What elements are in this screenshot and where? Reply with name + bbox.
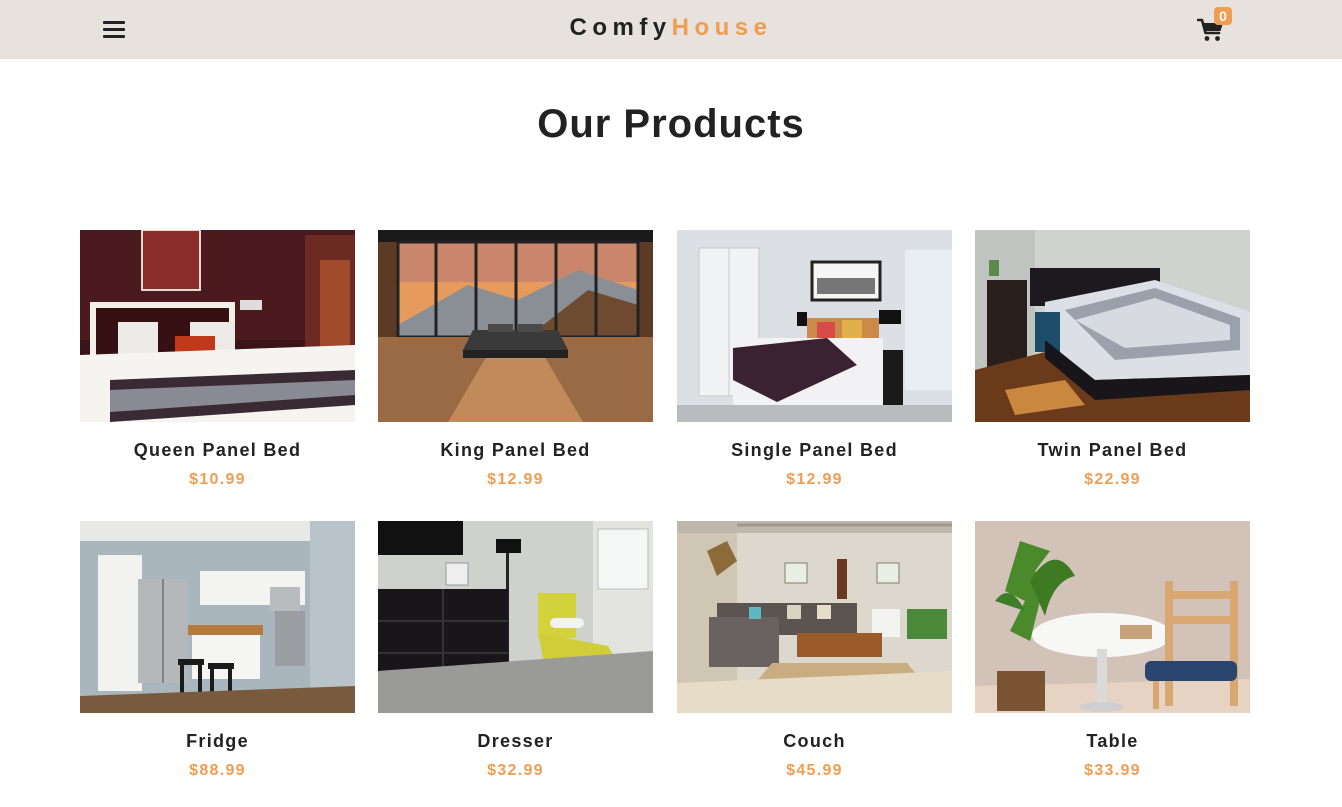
product-price: $12.99 bbox=[786, 471, 843, 488]
logo[interactable]: ComfyHouse bbox=[0, 14, 1342, 42]
product-name: Single Panel Bed bbox=[731, 440, 898, 460]
product-name: Dresser bbox=[477, 731, 554, 751]
product-price: $12.99 bbox=[487, 471, 544, 488]
product-image-dresser[interactable] bbox=[378, 521, 653, 713]
product-price: $10.99 bbox=[189, 471, 246, 488]
logo-text-house: House bbox=[671, 14, 773, 41]
product-card: Dresser $32.99 bbox=[378, 521, 653, 781]
product-image-fridge[interactable] bbox=[80, 521, 355, 713]
product-name: Queen Panel Bed bbox=[133, 440, 302, 460]
product-card: Table $33.99 bbox=[975, 521, 1250, 781]
navbar: ComfyHouse 0 bbox=[0, 0, 1342, 59]
cart-count-badge: 0 bbox=[1214, 7, 1232, 25]
product-card: Fridge $88.99 bbox=[80, 521, 355, 781]
cart-button[interactable]: 0 bbox=[1197, 7, 1232, 45]
product-price: $45.99 bbox=[786, 762, 843, 779]
product-name: Twin Panel Bed bbox=[1037, 440, 1188, 460]
section-title: Our Products bbox=[537, 102, 805, 146]
product-price: $32.99 bbox=[487, 762, 544, 779]
product-card: Twin Panel Bed $22.99 bbox=[975, 230, 1250, 490]
product-image-queen-bed[interactable] bbox=[80, 230, 355, 422]
product-card: King Panel Bed $12.99 bbox=[378, 230, 653, 490]
product-image-twin-bed[interactable] bbox=[975, 230, 1250, 422]
product-name: Fridge bbox=[186, 731, 249, 751]
product-price: $33.99 bbox=[1084, 762, 1141, 779]
product-price: $22.99 bbox=[1084, 471, 1141, 488]
product-name: Couch bbox=[783, 731, 846, 751]
logo-text-comfy: Comfy bbox=[569, 14, 672, 41]
product-image-table[interactable] bbox=[975, 521, 1250, 713]
product-image-single-bed[interactable] bbox=[677, 230, 952, 422]
product-name: Table bbox=[1086, 731, 1139, 751]
product-card: Queen Panel Bed $10.99 bbox=[80, 230, 355, 490]
product-image-couch[interactable] bbox=[677, 521, 952, 713]
product-card: Couch $45.99 bbox=[677, 521, 952, 781]
product-card: Single Panel Bed $12.99 bbox=[677, 230, 952, 490]
product-price: $88.99 bbox=[189, 762, 246, 779]
product-name: King Panel Bed bbox=[440, 440, 591, 460]
product-image-king-bed[interactable] bbox=[378, 230, 653, 422]
